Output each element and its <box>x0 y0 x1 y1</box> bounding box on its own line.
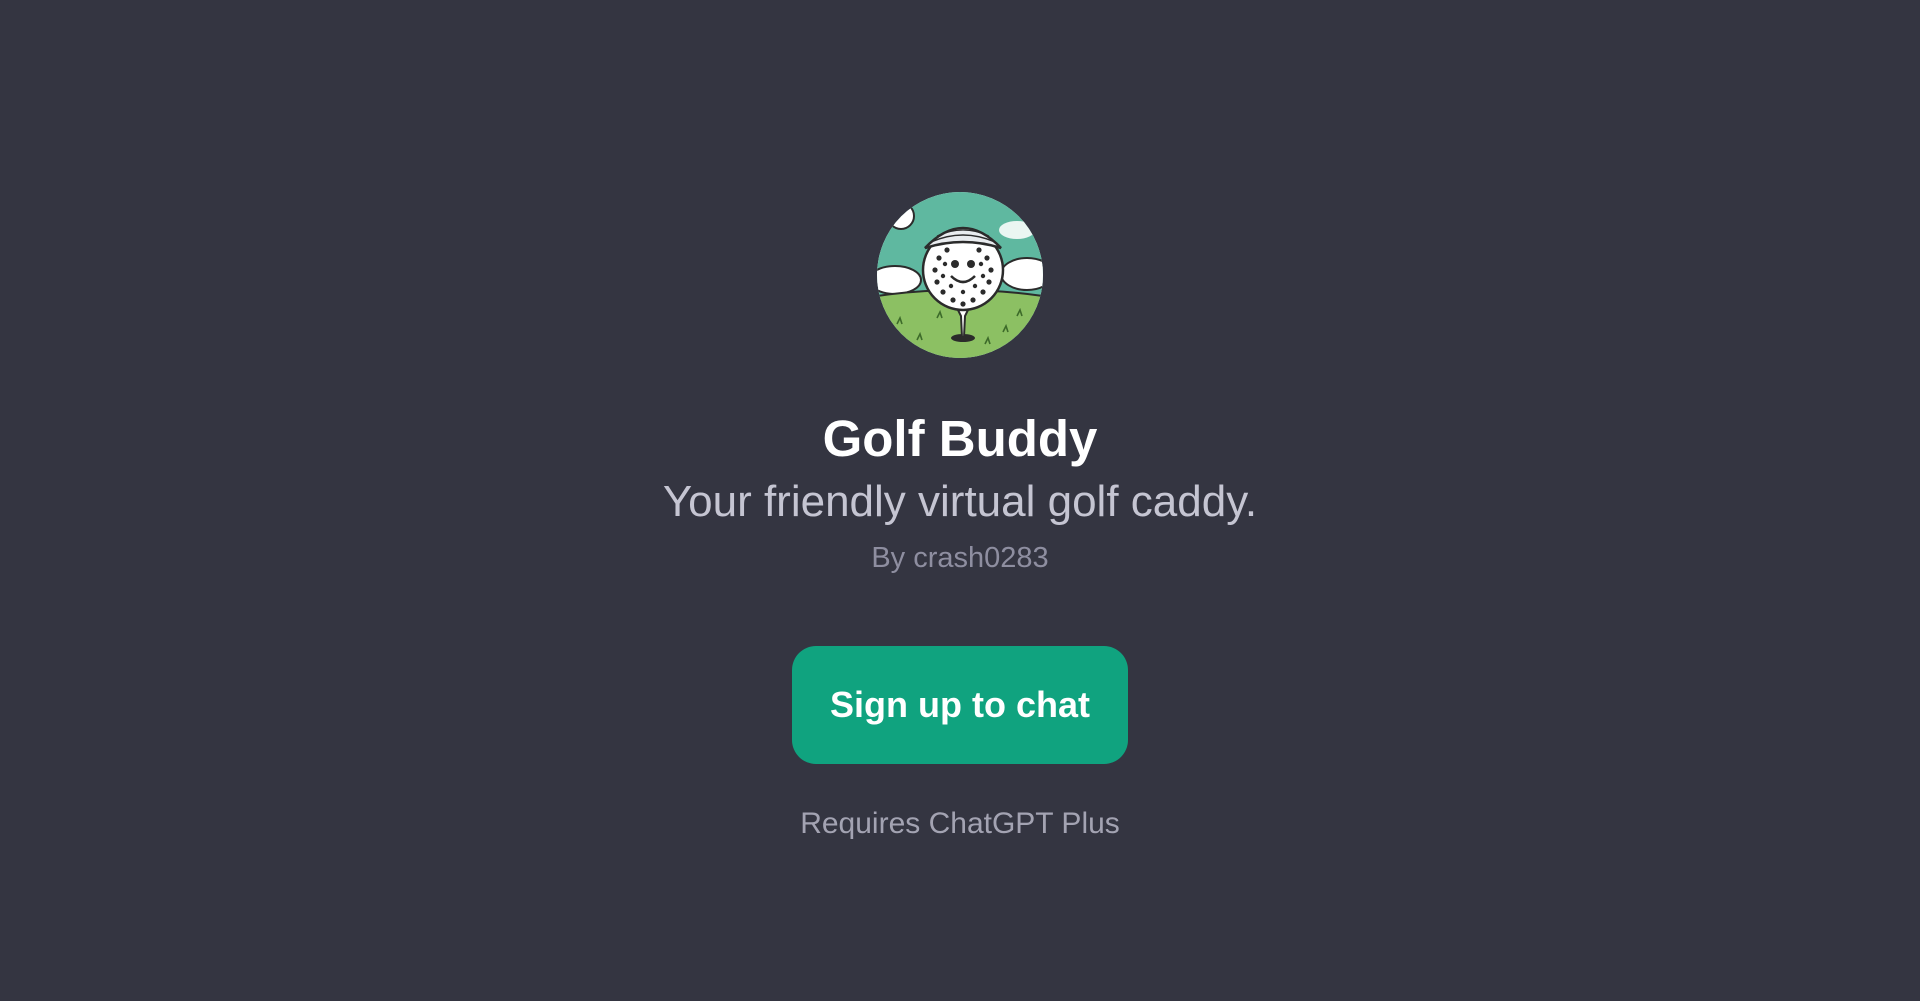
golf-ball-mascot-icon <box>877 192 1043 358</box>
gpt-description: Your friendly virtual golf caddy. <box>662 477 1258 527</box>
gpt-author: By crash0283 <box>871 541 1049 574</box>
gpt-title: Golf Buddy <box>822 410 1098 467</box>
plan-requirement-note: Requires ChatGPT Plus <box>800 806 1120 840</box>
gpt-profile-card: Golf Buddy Your friendly virtual golf ca… <box>0 192 1920 842</box>
gpt-avatar <box>877 192 1043 358</box>
gpt-landing-page: Golf Buddy Your friendly virtual golf ca… <box>0 0 1920 1001</box>
sign-up-to-chat-button[interactable]: Sign up to chat <box>792 645 1128 764</box>
